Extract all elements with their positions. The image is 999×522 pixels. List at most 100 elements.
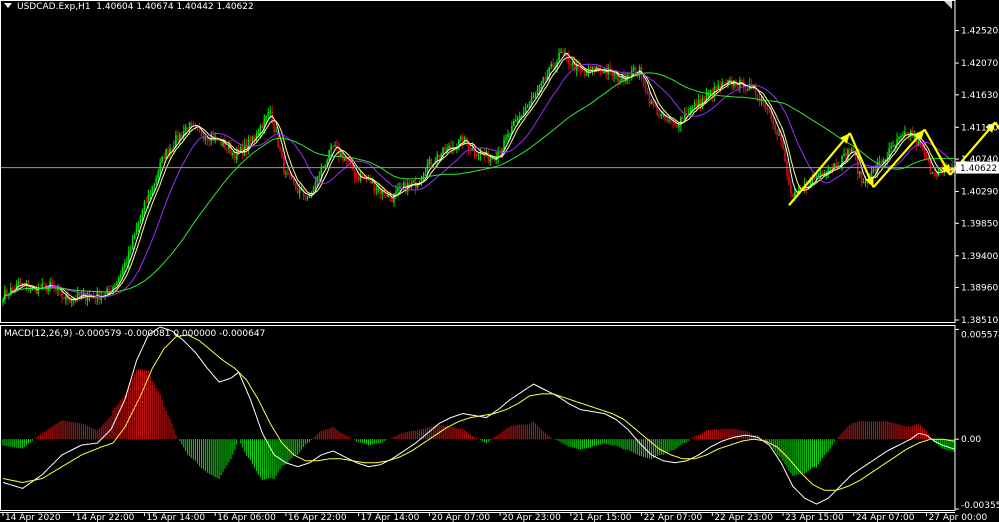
candle-body[interactable] <box>261 125 264 128</box>
candle-body[interactable] <box>507 134 509 138</box>
candle-body[interactable] <box>705 94 708 100</box>
candle-body[interactable] <box>157 172 160 179</box>
candle-body[interactable] <box>177 135 179 141</box>
candle-body[interactable] <box>658 115 661 117</box>
candle-body[interactable] <box>19 282 22 285</box>
candle-body[interactable] <box>790 185 792 194</box>
candle-body[interactable] <box>516 118 519 120</box>
candle-body[interactable] <box>682 117 684 120</box>
candle-body[interactable] <box>601 70 604 74</box>
candle-body[interactable] <box>318 175 321 177</box>
candle-body[interactable] <box>118 277 120 283</box>
candle-body[interactable] <box>171 148 173 150</box>
candle-body[interactable] <box>161 156 163 163</box>
candle-body[interactable] <box>401 186 403 188</box>
candle-body[interactable] <box>430 159 433 166</box>
candle-body[interactable] <box>524 107 527 112</box>
candle-body[interactable] <box>864 181 867 183</box>
candle-body[interactable] <box>648 92 651 104</box>
candle-body[interactable] <box>746 89 749 91</box>
candle-body[interactable] <box>424 173 427 176</box>
candle-body[interactable] <box>43 283 46 285</box>
candle-body[interactable] <box>849 149 851 152</box>
candle-body[interactable] <box>570 63 572 66</box>
candle-body[interactable] <box>505 137 507 140</box>
candle-body[interactable] <box>552 63 554 68</box>
candle-body[interactable] <box>660 114 663 116</box>
candle-body[interactable] <box>515 119 517 122</box>
candle-body[interactable] <box>279 147 281 151</box>
candle-body[interactable] <box>530 98 533 103</box>
candle-body[interactable] <box>289 175 291 177</box>
candle-body[interactable] <box>133 234 136 239</box>
candle-body[interactable] <box>281 150 283 157</box>
candle-body[interactable] <box>412 180 415 183</box>
candle-body[interactable] <box>668 119 670 121</box>
candle-body[interactable] <box>459 136 462 140</box>
candle-body[interactable] <box>355 176 358 178</box>
candle-body[interactable] <box>892 145 894 147</box>
candle-body[interactable] <box>410 182 413 185</box>
candle-body[interactable] <box>862 182 865 184</box>
candle-body[interactable] <box>933 172 936 174</box>
candle-body[interactable] <box>249 139 252 141</box>
candle-body[interactable] <box>285 172 287 174</box>
candle-body[interactable] <box>192 124 195 126</box>
candle-body[interactable] <box>131 238 134 250</box>
candle-body[interactable] <box>678 125 680 128</box>
candle-body[interactable] <box>426 164 429 174</box>
candle-body[interactable] <box>562 51 564 54</box>
candle-body[interactable] <box>880 161 883 164</box>
candle-body[interactable] <box>204 137 207 140</box>
candle-body[interactable] <box>232 153 234 155</box>
candle-body[interactable] <box>292 179 295 184</box>
candle-body[interactable] <box>772 119 775 126</box>
candle-body[interactable] <box>391 197 393 203</box>
candle-body[interactable] <box>489 159 492 162</box>
candle-body[interactable] <box>444 147 446 152</box>
candle-body[interactable] <box>874 169 877 172</box>
candle-body[interactable] <box>312 189 315 193</box>
candle-body[interactable] <box>532 96 535 99</box>
candle-body[interactable] <box>448 145 450 149</box>
candle-body[interactable] <box>428 159 431 165</box>
candle-body[interactable] <box>534 94 537 97</box>
candle-body[interactable] <box>676 124 678 128</box>
candle-body[interactable] <box>509 133 511 135</box>
candle-body[interactable] <box>184 127 187 132</box>
candle-body[interactable] <box>845 153 847 160</box>
candle-body[interactable] <box>86 298 89 301</box>
candle-body[interactable] <box>890 146 892 149</box>
candle-body[interactable] <box>723 82 725 84</box>
candle-body[interactable] <box>931 172 934 174</box>
candle-body[interactable] <box>108 288 110 291</box>
candle-body[interactable] <box>548 67 551 76</box>
candle-body[interactable] <box>740 79 743 81</box>
candle-body[interactable] <box>467 143 470 150</box>
candle-body[interactable] <box>518 116 521 119</box>
candle-body[interactable] <box>2 300 4 303</box>
candle-body[interactable] <box>63 297 65 300</box>
candle-body[interactable] <box>542 77 545 83</box>
candle-body[interactable] <box>408 183 411 185</box>
candle-body[interactable] <box>851 148 853 152</box>
candle-body[interactable] <box>536 91 539 95</box>
candle-body[interactable] <box>715 86 718 90</box>
candle-body[interactable] <box>813 178 816 180</box>
candle-body[interactable] <box>898 137 900 139</box>
candle-body[interactable] <box>234 153 236 160</box>
candle-body[interactable] <box>703 98 706 100</box>
candle-body[interactable] <box>306 197 309 199</box>
candle-body[interactable] <box>674 122 676 125</box>
candle-body[interactable] <box>884 159 887 161</box>
candle-body[interactable] <box>155 178 158 184</box>
candle-body[interactable] <box>900 135 902 138</box>
candle-body[interactable] <box>538 85 541 92</box>
candle-body[interactable] <box>123 263 126 269</box>
candle-body[interactable] <box>758 96 761 102</box>
candle-body[interactable] <box>6 289 8 295</box>
candle-body[interactable] <box>821 172 824 175</box>
candle-body[interactable] <box>872 169 875 172</box>
candle-body[interactable] <box>778 134 780 136</box>
candle-body[interactable] <box>680 117 682 126</box>
